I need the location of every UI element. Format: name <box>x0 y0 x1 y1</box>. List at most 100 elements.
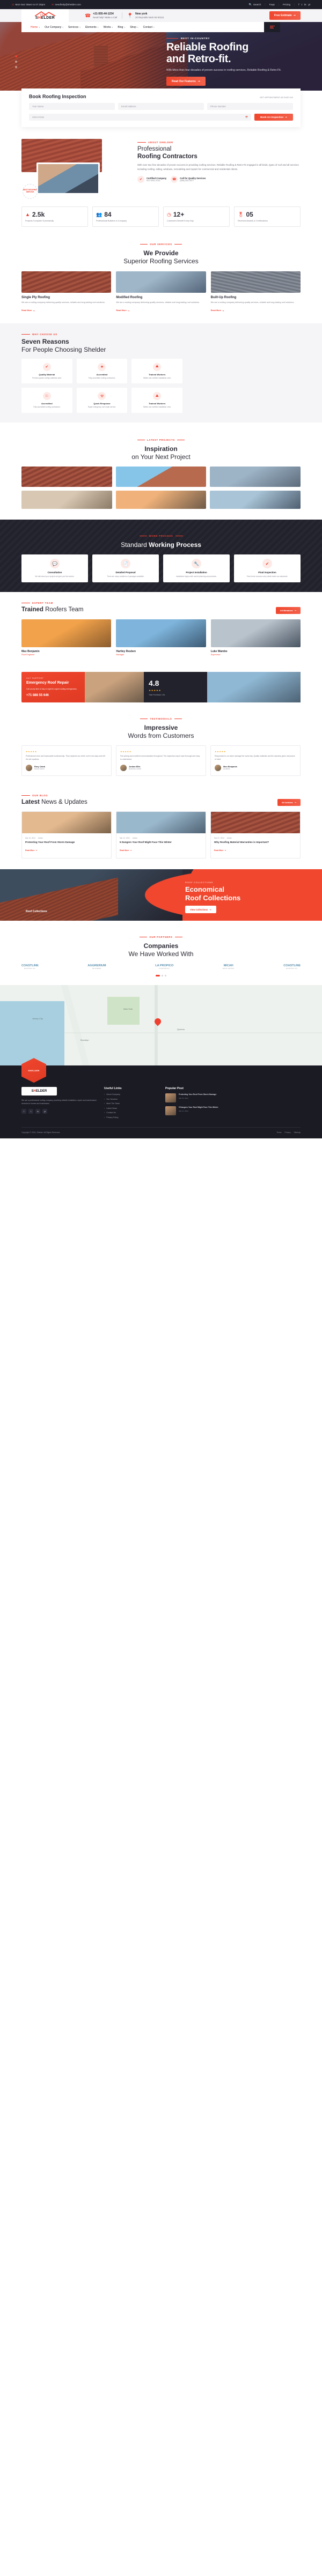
project-image[interactable] <box>210 491 301 509</box>
news-read-more[interactable]: Read More ➞ <box>214 849 226 852</box>
free-estimate-button[interactable]: Free Estimate ➞ <box>269 11 301 20</box>
reason-card[interactable]: ⚐ Accredited Fully accredited roofing co… <box>21 388 72 413</box>
location-map[interactable]: New York Brooklyn Queens Jersey City <box>0 985 322 1066</box>
service-read-more[interactable]: Read More ➞ <box>21 309 35 312</box>
linkedin-icon[interactable]: in <box>35 1109 40 1114</box>
project-image[interactable] <box>115 491 207 509</box>
slider-dot-3[interactable] <box>165 975 166 977</box>
facebook-icon[interactable]: f <box>298 3 299 6</box>
all-articles-button[interactable]: All Articles ➞ <box>277 799 301 806</box>
reason-card[interactable]: ★ Accredited Fully accredited roofing co… <box>76 358 128 384</box>
footer-link[interactable]: › About Company <box>104 1093 158 1095</box>
logo[interactable]: SHELDER <box>21 9 69 22</box>
contact-email[interactable]: ✉ needhelp@shelder.com <box>52 3 81 6</box>
header-phone[interactable]: ☎ +21-555-44-1234 Need help? Make a Call <box>85 12 117 19</box>
service-read-more[interactable]: Read More ➞ <box>211 309 224 312</box>
service-card[interactable]: Modified Roofing We are a roofing compan… <box>116 271 206 314</box>
nav-item-services[interactable]: Services ▾ <box>68 26 80 29</box>
phone-icon: ☎ <box>85 12 91 18</box>
nav-item-our-company[interactable]: Our Company ▾ <box>45 26 63 29</box>
slider-dot-3[interactable] <box>15 66 17 68</box>
slider-dot-1[interactable] <box>15 55 17 57</box>
chevron-down-icon: ▾ <box>62 26 63 28</box>
news-read-more[interactable]: Read More ➞ <box>120 849 131 852</box>
office-location-pin[interactable] <box>153 1017 163 1026</box>
twitter-icon[interactable]: t <box>28 1109 33 1114</box>
nav-item-shop[interactable]: Shop ▾ <box>130 26 138 29</box>
reason-card[interactable]: ✔ Quality Material Premium grade roofing… <box>21 358 72 384</box>
booking-name-input[interactable]: Your Name <box>29 103 115 110</box>
pricing-link[interactable]: Pricing <box>283 3 290 6</box>
hamburger-icon[interactable] <box>264 22 280 32</box>
footer-link[interactable]: › Privacy Policy <box>104 1116 158 1119</box>
slider-dot-1[interactable] <box>156 975 160 977</box>
reason-card[interactable]: ⛰ Trained Workers Skilled and certified … <box>131 388 182 413</box>
reason-card[interactable]: ⚒ Quick Response Rapid emergency roof re… <box>76 388 128 413</box>
footer-post[interactable]: 5 Dangers Your Roof Might Face This Wint… <box>165 1106 301 1116</box>
news-card[interactable]: Mar 15, 2024 Admin Protecting Your Roof … <box>21 811 112 859</box>
news-card[interactable]: Mar 10, 2024 Admin 5 Dangers Your Roof M… <box>116 811 206 859</box>
slider-dot-2[interactable] <box>15 61 17 63</box>
team-member-card[interactable]: Max Benjamin Roof Engineer <box>21 619 112 656</box>
all-members-button[interactable]: All Members ➞ <box>275 606 301 614</box>
footer-logo[interactable]: SHELDER <box>21 1087 57 1096</box>
youtube-icon[interactable]: yt <box>308 3 310 6</box>
footer-link[interactable]: › Contact Us <box>104 1112 158 1114</box>
slider-dot-2[interactable] <box>162 975 163 977</box>
footer-bottom-link[interactable]: Terms <box>276 1131 281 1134</box>
project-image[interactable] <box>115 467 207 487</box>
footer-bottom-link[interactable]: Sitemap <box>294 1131 301 1134</box>
news-read-more[interactable]: Read More ➞ <box>25 849 37 852</box>
hero-content: BEST IN-COUNTRY Reliable Roofing and Ret… <box>166 37 301 86</box>
faqs-link[interactable]: Faqs <box>269 3 275 6</box>
booking-submit-button[interactable]: Book An Inspection ➞ <box>254 114 293 121</box>
reason-text: Fully accredited roofing contractors. <box>33 406 61 409</box>
booking-date-input[interactable]: Select Date 📅 <box>29 114 252 121</box>
booking-phone-input[interactable]: Phone Number <box>207 103 293 110</box>
news-card[interactable]: Mar 02, 2024 Admin Why Roofing Material … <box>210 811 301 859</box>
linkedin-icon[interactable]: in <box>304 3 306 6</box>
service-read-more[interactable]: Read More ➞ <box>116 309 129 312</box>
nav-item-home[interactable]: Home ▾ <box>31 26 40 29</box>
search-link[interactable]: 🔍 Search <box>249 3 261 6</box>
nav-item-elements[interactable]: Elements ▾ <box>85 26 99 29</box>
hero-cta-button[interactable]: Read Our Features ➞ <box>166 77 206 86</box>
footer-post[interactable]: Protecting Your Roof From Storm Damage M… <box>165 1093 301 1103</box>
project-image[interactable] <box>21 491 112 509</box>
footer-link[interactable]: › Latest News <box>104 1107 158 1109</box>
footer-link[interactable]: › Meet The Team <box>104 1102 158 1105</box>
brand-logo: MICAH ROOF GROUP <box>222 964 235 970</box>
chevron-down-icon: ▾ <box>97 26 99 28</box>
cta-button[interactable]: View Collections ➞ <box>185 906 216 914</box>
team-member-card[interactable]: Luke Wambo Supervisor <box>210 619 301 656</box>
process-title: Standard Working Process <box>121 541 201 549</box>
footer-bottom-link[interactable]: Privacy <box>284 1131 290 1134</box>
facebook-icon[interactable]: f <box>21 1109 26 1114</box>
service-card[interactable]: Single Ply Roofing We are a roofing comp… <box>21 271 112 314</box>
document-icon: 📄 <box>121 559 130 569</box>
booking-email-input[interactable]: Email Address <box>118 103 204 110</box>
arrow-circle-icon: ➞ <box>293 14 296 17</box>
step-text: There are many variations of passages av… <box>107 575 144 578</box>
emergency-phone[interactable]: +71 888 55 646 <box>26 694 80 697</box>
rating-photo <box>207 672 301 703</box>
brands-slider-dots[interactable] <box>21 975 301 977</box>
service-card[interactable]: Built-Up Roofing We are a roofing compan… <box>210 271 301 314</box>
team-member-card[interactable]: Hartley Reuben Manager <box>116 619 206 656</box>
about-paragraph: With over two free decades of proven suc… <box>137 164 299 171</box>
arrow-icon: ➞ <box>33 309 35 312</box>
nav-item-blog[interactable]: Blog ▾ <box>118 26 125 29</box>
project-image[interactable] <box>210 467 301 487</box>
member-role: Supervisor <box>210 654 221 656</box>
stat-label: Customers Benefit Every Day <box>167 220 194 222</box>
news-image <box>211 812 300 834</box>
footer-link[interactable]: › Our Services <box>104 1098 158 1100</box>
hero-slider-dots[interactable] <box>15 55 17 68</box>
nav-item-contact[interactable]: Contact ▾ <box>143 26 155 29</box>
youtube-icon[interactable]: yt <box>42 1109 47 1114</box>
reason-card[interactable]: ⛰ Trained Workers Skilled and certified … <box>131 358 182 384</box>
nav-item-works[interactable]: Works ▾ <box>104 26 113 29</box>
header-location[interactable]: 📍 New york 20 Reynolds Neck Str-50121 <box>127 12 164 19</box>
project-image[interactable] <box>21 467 112 487</box>
about-feature-call[interactable]: ☎ Call for Quality Services (888) 555-46… <box>171 175 206 183</box>
